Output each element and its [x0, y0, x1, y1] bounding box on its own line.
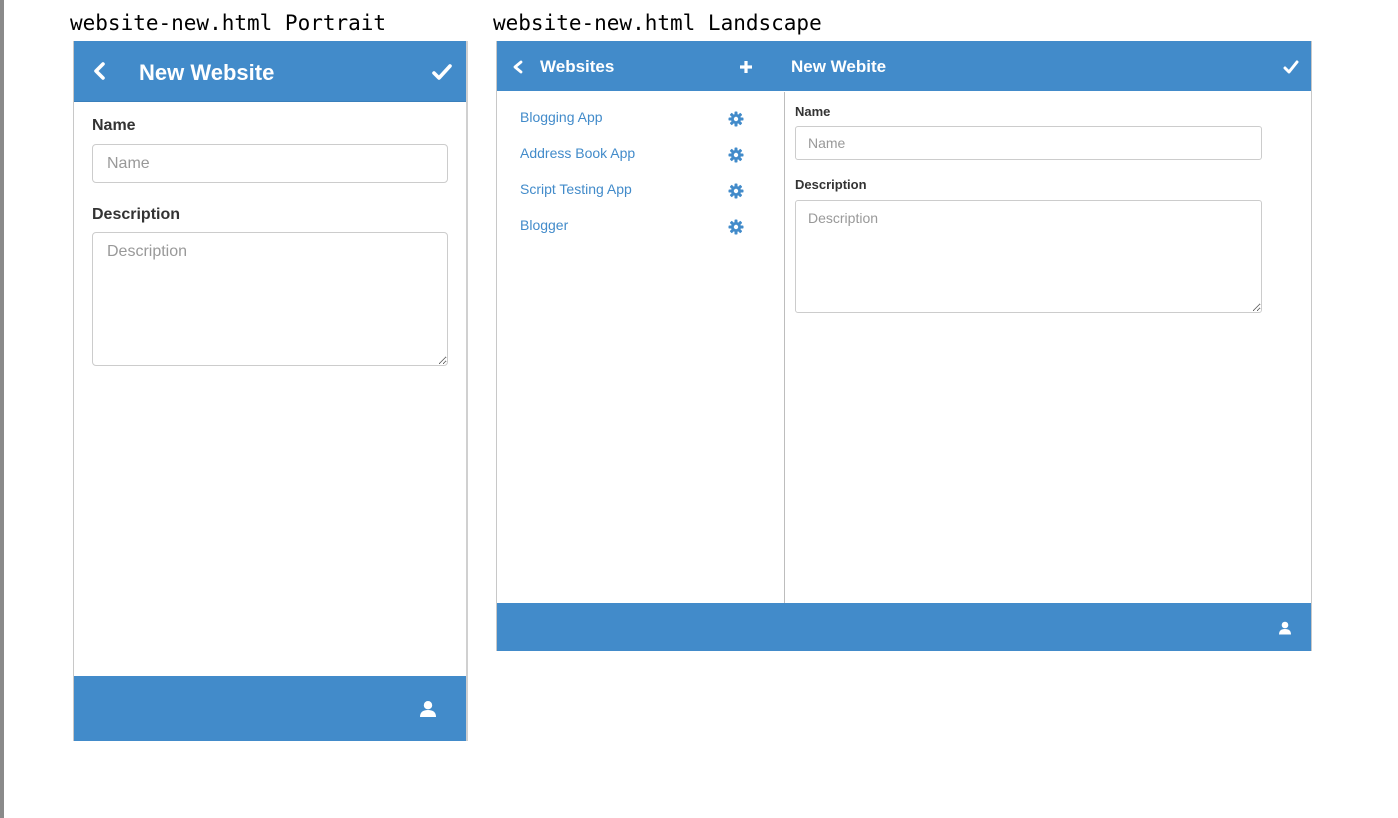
gear-icon[interactable]	[728, 219, 744, 235]
description-textarea[interactable]	[795, 200, 1262, 313]
plus-icon[interactable]	[738, 59, 754, 75]
list-item-website[interactable]: Script Testing App	[520, 180, 632, 198]
portrait-caption: website-new.html Portrait	[70, 11, 387, 35]
name-input[interactable]	[92, 144, 448, 183]
page-title: New Website	[139, 60, 275, 85]
user-icon[interactable]	[419, 700, 437, 718]
landscape-footer	[497, 603, 1311, 651]
websites-title: Websites	[540, 57, 615, 76]
page-title: New Webite	[791, 57, 887, 76]
list-item-website[interactable]: Blogging App	[520, 108, 603, 126]
portrait-footer	[74, 676, 466, 741]
description-label: Description	[92, 206, 181, 223]
list-item-website[interactable]: Address Book App	[520, 144, 635, 162]
landscape-caption: website-new.html Landscape	[493, 11, 822, 35]
left-edge-rule	[0, 0, 4, 818]
chevron-left-icon[interactable]	[511, 59, 525, 75]
gear-icon[interactable]	[728, 147, 744, 163]
websites-list: Blogging App Address Book App Script Tes…	[497, 92, 785, 603]
checkmark-icon[interactable]	[1283, 60, 1299, 74]
landscape-device: Websites New Webite Blogging App Address…	[496, 41, 1312, 651]
user-icon[interactable]	[1278, 621, 1292, 635]
description-label: Description	[795, 177, 867, 192]
gear-icon[interactable]	[728, 183, 744, 199]
name-input[interactable]	[795, 126, 1262, 160]
name-label: Name	[795, 104, 831, 119]
portrait-navbar: New Website	[74, 41, 466, 102]
chevron-left-icon[interactable]	[90, 60, 110, 82]
name-label: Name	[92, 117, 136, 134]
description-textarea[interactable]	[92, 232, 448, 366]
landscape-navbar: Websites New Webite	[497, 41, 1311, 91]
gear-icon[interactable]	[728, 111, 744, 127]
list-item-website[interactable]: Blogger	[520, 216, 568, 234]
portrait-device: New Website Name Description	[73, 41, 468, 741]
checkmark-icon[interactable]	[431, 63, 453, 81]
